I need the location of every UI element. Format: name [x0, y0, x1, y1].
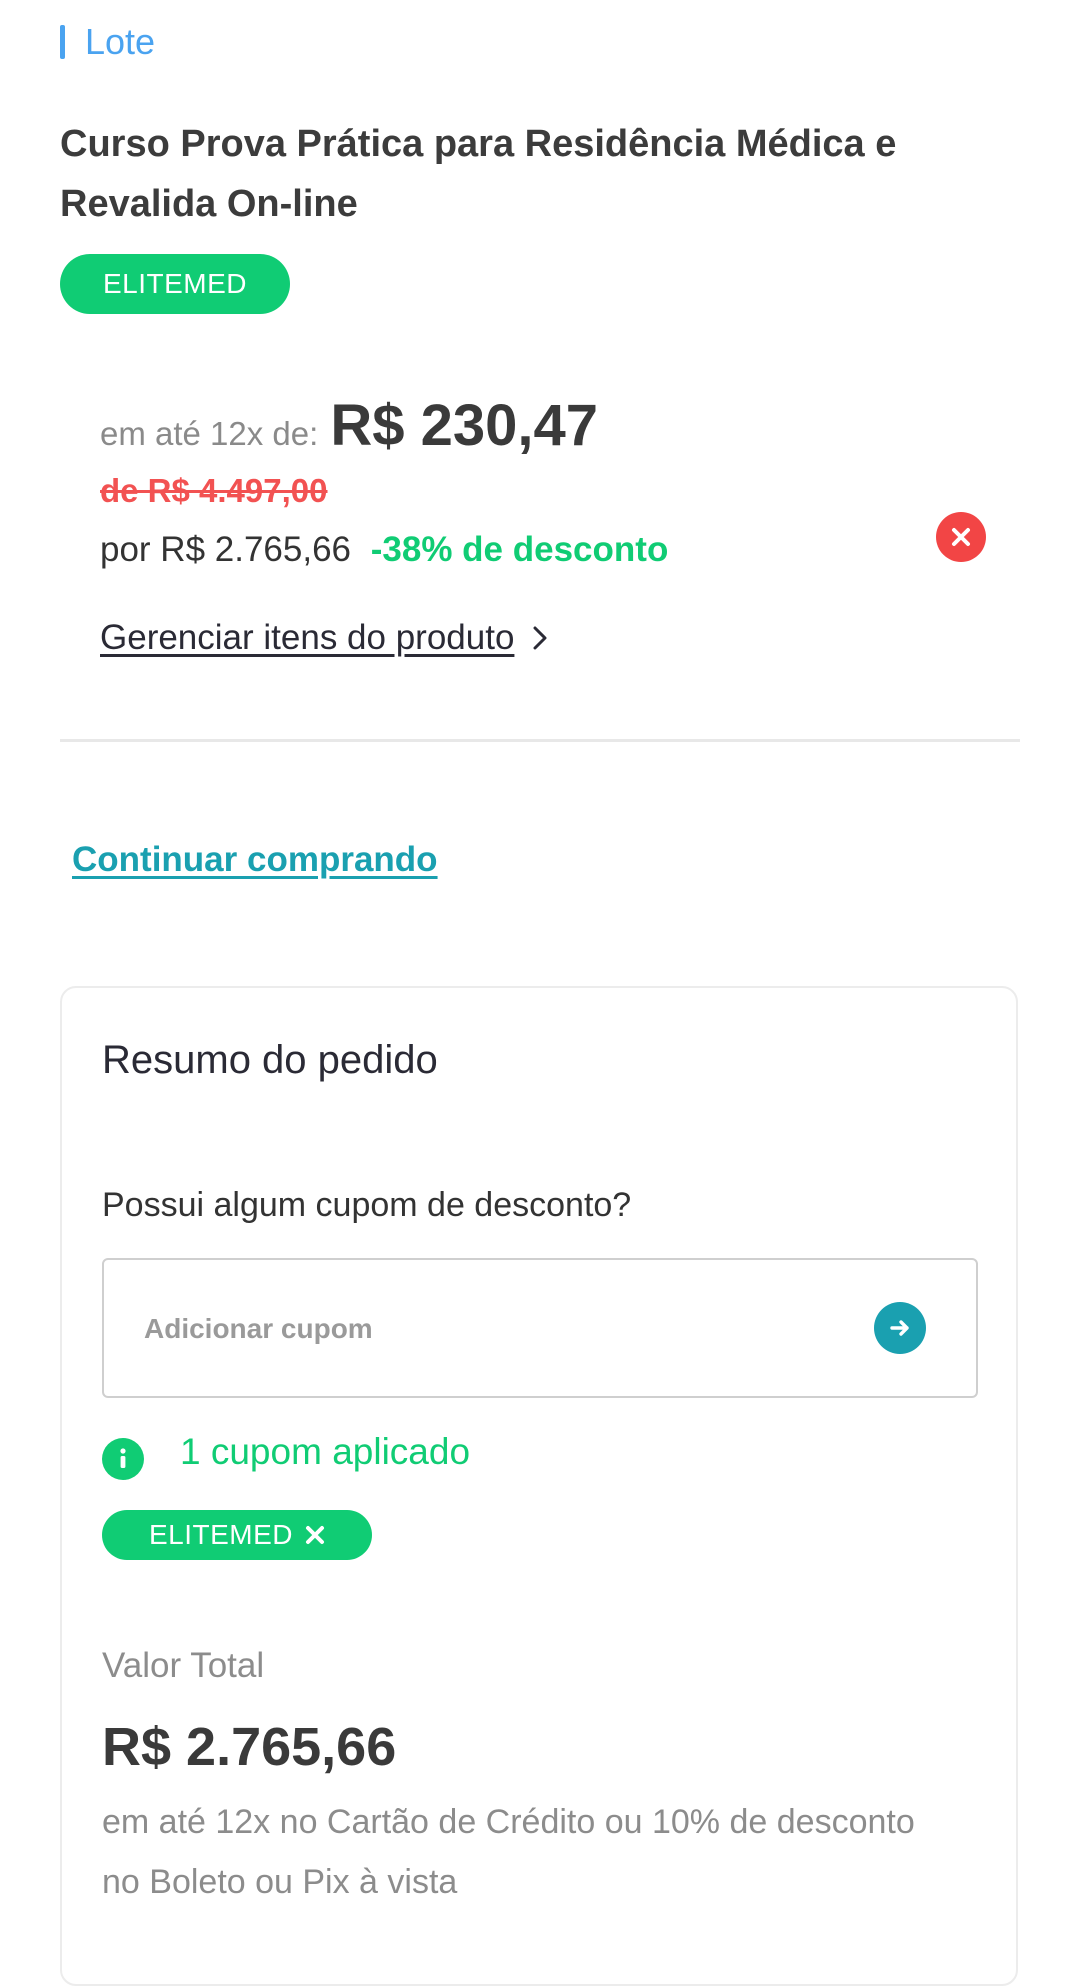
manage-items-label: Gerenciar itens do produto: [100, 618, 515, 657]
lote-accent-bar: [60, 25, 65, 59]
cart-page: Lote Curso Prova Prática para Residência…: [0, 0, 1080, 1986]
installment-prefix: em até 12x de:: [100, 415, 319, 452]
remove-coupon-button[interactable]: [305, 1525, 325, 1545]
brand-badge: ELITEMED: [60, 254, 290, 314]
payment-note: em até 12x no Cartão de Crédito ou 10% d…: [102, 1803, 915, 1901]
applied-coupon-chip: ELITEMED: [102, 1510, 372, 1560]
total-value: R$ 2.765,66: [102, 1717, 397, 1777]
applied-coupon-code: ELITEMED: [148, 1519, 294, 1550]
close-icon: [952, 528, 970, 546]
lote-label: Lote: [85, 21, 156, 62]
new-price-row: por R$ 2.765,66 -38% de desconto: [100, 530, 668, 570]
applied-coupon-count: 1 cupom aplicado: [180, 1431, 471, 1472]
divider: [60, 739, 1020, 742]
old-price: de R$ 4.497,00: [100, 472, 328, 509]
info-icon: [102, 1438, 144, 1480]
lote-tag: Lote: [60, 21, 156, 62]
summary-title: Resumo do pedido: [102, 1038, 438, 1082]
coupon-question: Possui algum cupom de desconto?: [102, 1186, 632, 1224]
coupon-submit-button[interactable]: [874, 1302, 926, 1354]
arrow-right-icon: [890, 1320, 909, 1336]
continue-shopping-link[interactable]: Continuar comprando: [72, 840, 438, 880]
total-label: Valor Total: [102, 1646, 265, 1685]
coupon-field: [102, 1258, 978, 1398]
new-price: por R$ 2.765,66: [100, 530, 352, 569]
chevron-right-icon: [532, 625, 548, 651]
product-title: Curso Prova Prática para Residência Médi…: [60, 123, 897, 225]
remove-item-button[interactable]: [936, 512, 986, 562]
coupon-input[interactable]: [142, 1260, 846, 1398]
manage-items-link[interactable]: Gerenciar itens do produto: [100, 618, 548, 658]
applied-coupon-status: 1 cupom aplicado: [102, 1424, 470, 1480]
installment-price: em até 12x de: R$ 230,47: [100, 392, 598, 459]
close-icon: [306, 1526, 325, 1544]
discount-label: -38% de desconto: [370, 530, 669, 569]
installment-value: R$ 230,47: [330, 393, 598, 458]
